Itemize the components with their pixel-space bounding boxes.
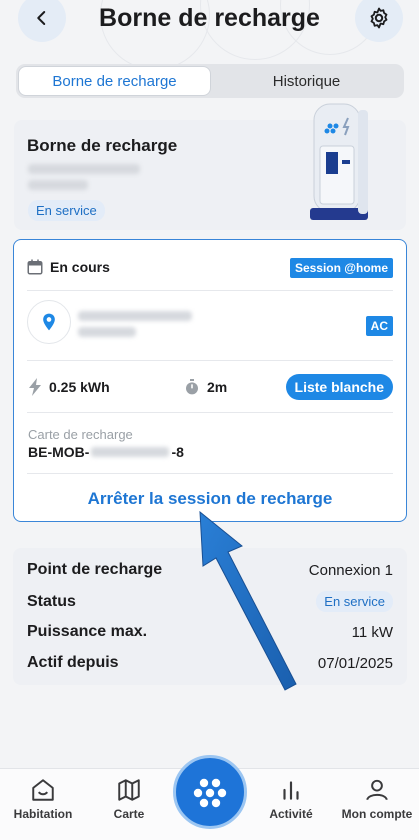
detail-key: Actif depuis: [27, 654, 119, 671]
status-badge: En service: [316, 591, 393, 612]
detail-row-power: Puissance max. 11 kW: [27, 623, 393, 641]
location-button[interactable]: [27, 300, 71, 344]
tab-history[interactable]: Historique: [211, 66, 402, 96]
divider: [27, 360, 393, 361]
detail-value: 11 kW: [351, 623, 393, 641]
detail-key: Status: [27, 592, 76, 610]
session-card: En cours Session @home AC 0.25 kWh 2m Li…: [13, 239, 407, 522]
tab-activity[interactable]: Activité: [251, 777, 331, 821]
redacted-location: [78, 311, 192, 321]
charging-station-image: [310, 103, 368, 220]
redacted-card-number: [91, 447, 170, 457]
session-status-label: En cours: [50, 259, 110, 275]
duration-stat: 2m: [184, 378, 227, 396]
tab-account[interactable]: Mon compte: [337, 777, 417, 821]
duration-value: 2m: [207, 379, 228, 395]
whitelist-button[interactable]: Liste blanche: [285, 374, 393, 400]
detail-key: Point de recharge: [27, 561, 163, 578]
user-icon: [366, 779, 388, 801]
status-badge: En service: [28, 200, 105, 221]
details-card: Point de recharge Connexion 1 Status En …: [13, 548, 407, 685]
detail-row-point: Point de recharge Connexion 1: [27, 561, 393, 579]
stop-session-button[interactable]: Arrêter la session de recharge: [14, 489, 406, 509]
bolt-icon: [29, 378, 41, 396]
session-status: En cours: [26, 258, 110, 276]
card-suffix: -8: [171, 444, 184, 460]
tab-charging-station[interactable]: Borne de recharge: [18, 66, 211, 96]
redacted-address: [28, 164, 140, 174]
grid-dots-icon: [193, 778, 227, 808]
settings-button[interactable]: [355, 0, 403, 42]
tab-activity-label: Activité: [269, 807, 313, 821]
tab-map[interactable]: Carte: [89, 777, 169, 821]
charge-card-label: Carte de recharge: [28, 427, 133, 442]
divider: [27, 473, 393, 474]
detail-value: Connexion 1: [308, 561, 393, 579]
energy-value: 0.25 kWh: [49, 379, 110, 395]
location-pin-icon: [43, 313, 55, 331]
home-icon: [32, 779, 54, 801]
tab-map-label: Carte: [113, 807, 145, 821]
segmented-control: Borne de recharge Historique: [16, 64, 404, 98]
station-title: Borne de recharge: [27, 136, 178, 155]
detail-key: Puissance max.: [27, 623, 148, 640]
redacted-city: [28, 180, 88, 190]
timer-icon: [186, 379, 198, 395]
tab-account-label: Mon compte: [341, 807, 413, 821]
detail-value: 07/01/2025: [317, 654, 393, 672]
bar-chart-icon: [283, 781, 299, 800]
detail-row-status: Status En service: [27, 591, 393, 612]
charge-card-number: BE-MOB- -8: [28, 444, 184, 460]
calendar-icon: [27, 259, 43, 275]
tab-home-label: Habitation: [13, 807, 73, 821]
header: Borne de recharge: [0, 0, 419, 48]
station-card: Borne de recharge En service: [14, 103, 406, 230]
divider: [27, 412, 393, 413]
redacted-location-city: [78, 327, 136, 337]
divider: [27, 290, 393, 291]
session-tag: Session @home: [289, 258, 393, 278]
energy-stat: 0.25 kWh: [28, 378, 110, 396]
detail-row-active-since: Actif depuis 07/01/2025: [27, 654, 393, 672]
map-icon: [118, 779, 140, 801]
tab-home[interactable]: Habitation: [3, 777, 83, 821]
gear-icon: [370, 7, 388, 29]
current-type-badge: AC: [365, 316, 393, 336]
central-action-button[interactable]: [173, 755, 247, 829]
card-prefix: BE-MOB-: [28, 444, 90, 460]
